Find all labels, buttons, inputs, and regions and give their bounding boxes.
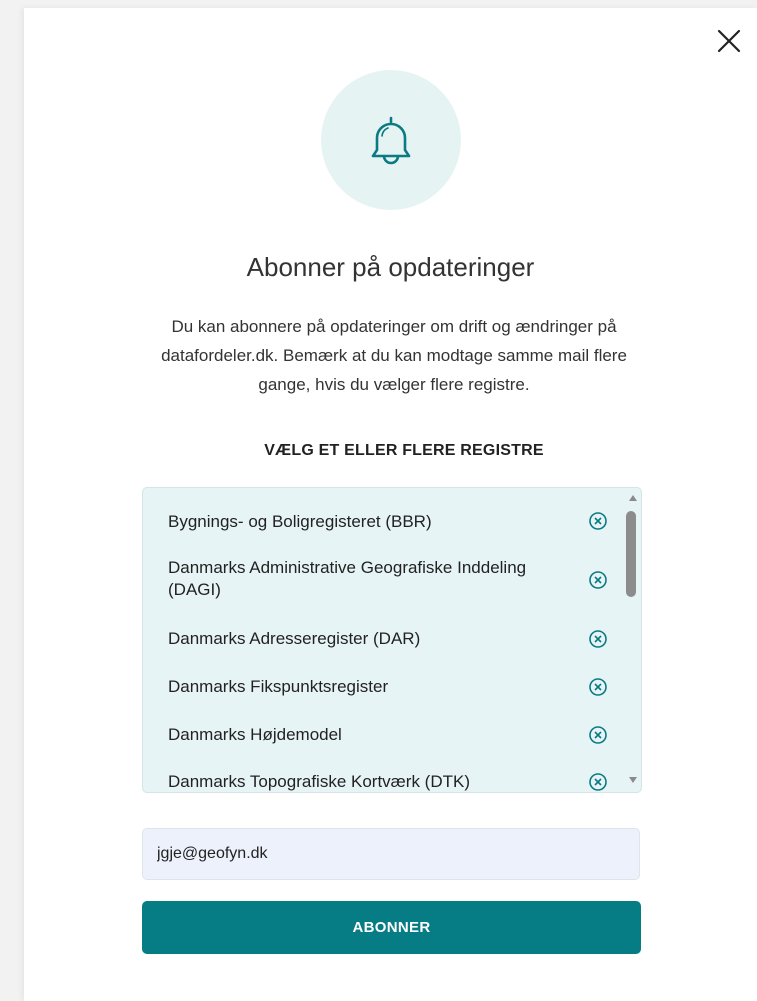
modal-description: Du kan abonnere på opdateringer om drift… <box>161 317 627 394</box>
modal-title: Abonner på opdateringer <box>246 252 535 282</box>
subscribe-modal: Abonner på opdateringer Du kan abonnere … <box>24 8 757 1001</box>
subscribe-button[interactable]: ABONNER <box>142 901 641 954</box>
email-input[interactable] <box>142 828 640 880</box>
register-label: Danmarks Fikspunktsregister <box>168 677 389 696</box>
register-list[interactable]: Bygnings- og Boligregisteret (BBR) Danma… <box>142 487 642 793</box>
register-item-dagi[interactable]: Danmarks Administrative Geografiske Indd… <box>143 548 623 608</box>
register-label: Danmarks Højdemodel <box>168 725 342 744</box>
remove-circle-icon[interactable] <box>588 725 608 745</box>
registers-section-label: VÆLG ET ELLER FLERE REGISTRE <box>264 442 544 459</box>
remove-circle-icon[interactable] <box>588 629 608 649</box>
remove-circle-icon[interactable] <box>588 570 608 590</box>
register-item-dar[interactable]: Danmarks Adresseregister (DAR) <box>143 615 623 659</box>
bell-badge <box>321 70 461 210</box>
register-item-fikspunkt[interactable]: Danmarks Fikspunktsregister <box>143 663 623 707</box>
register-item-hojdemodel[interactable]: Danmarks Højdemodel <box>143 711 623 755</box>
scroll-down-arrow-icon[interactable] <box>629 777 637 783</box>
register-label: Danmarks Adresseregister (DAR) <box>168 629 421 648</box>
register-label: Danmarks Topografiske Kortværk (DTK) <box>168 772 470 791</box>
register-item-bbr[interactable]: Bygnings- og Boligregisteret (BBR) <box>143 500 623 544</box>
list-scrollbar[interactable] <box>623 488 641 792</box>
close-button[interactable] <box>714 26 744 56</box>
register-label: Bygnings- og Boligregisteret (BBR) <box>168 512 432 531</box>
bell-icon <box>371 116 411 165</box>
close-icon[interactable] <box>714 26 744 56</box>
scroll-thumb[interactable] <box>626 511 636 597</box>
register-label: Danmarks Administrative Geografiske Indd… <box>168 558 527 599</box>
remove-circle-icon[interactable] <box>588 511 608 531</box>
remove-circle-icon[interactable] <box>588 677 608 697</box>
register-item-dtk[interactable]: Danmarks Topografiske Kortværk (DTK) <box>143 759 623 792</box>
scroll-up-arrow-icon[interactable] <box>629 495 637 501</box>
remove-circle-icon[interactable] <box>588 772 608 792</box>
